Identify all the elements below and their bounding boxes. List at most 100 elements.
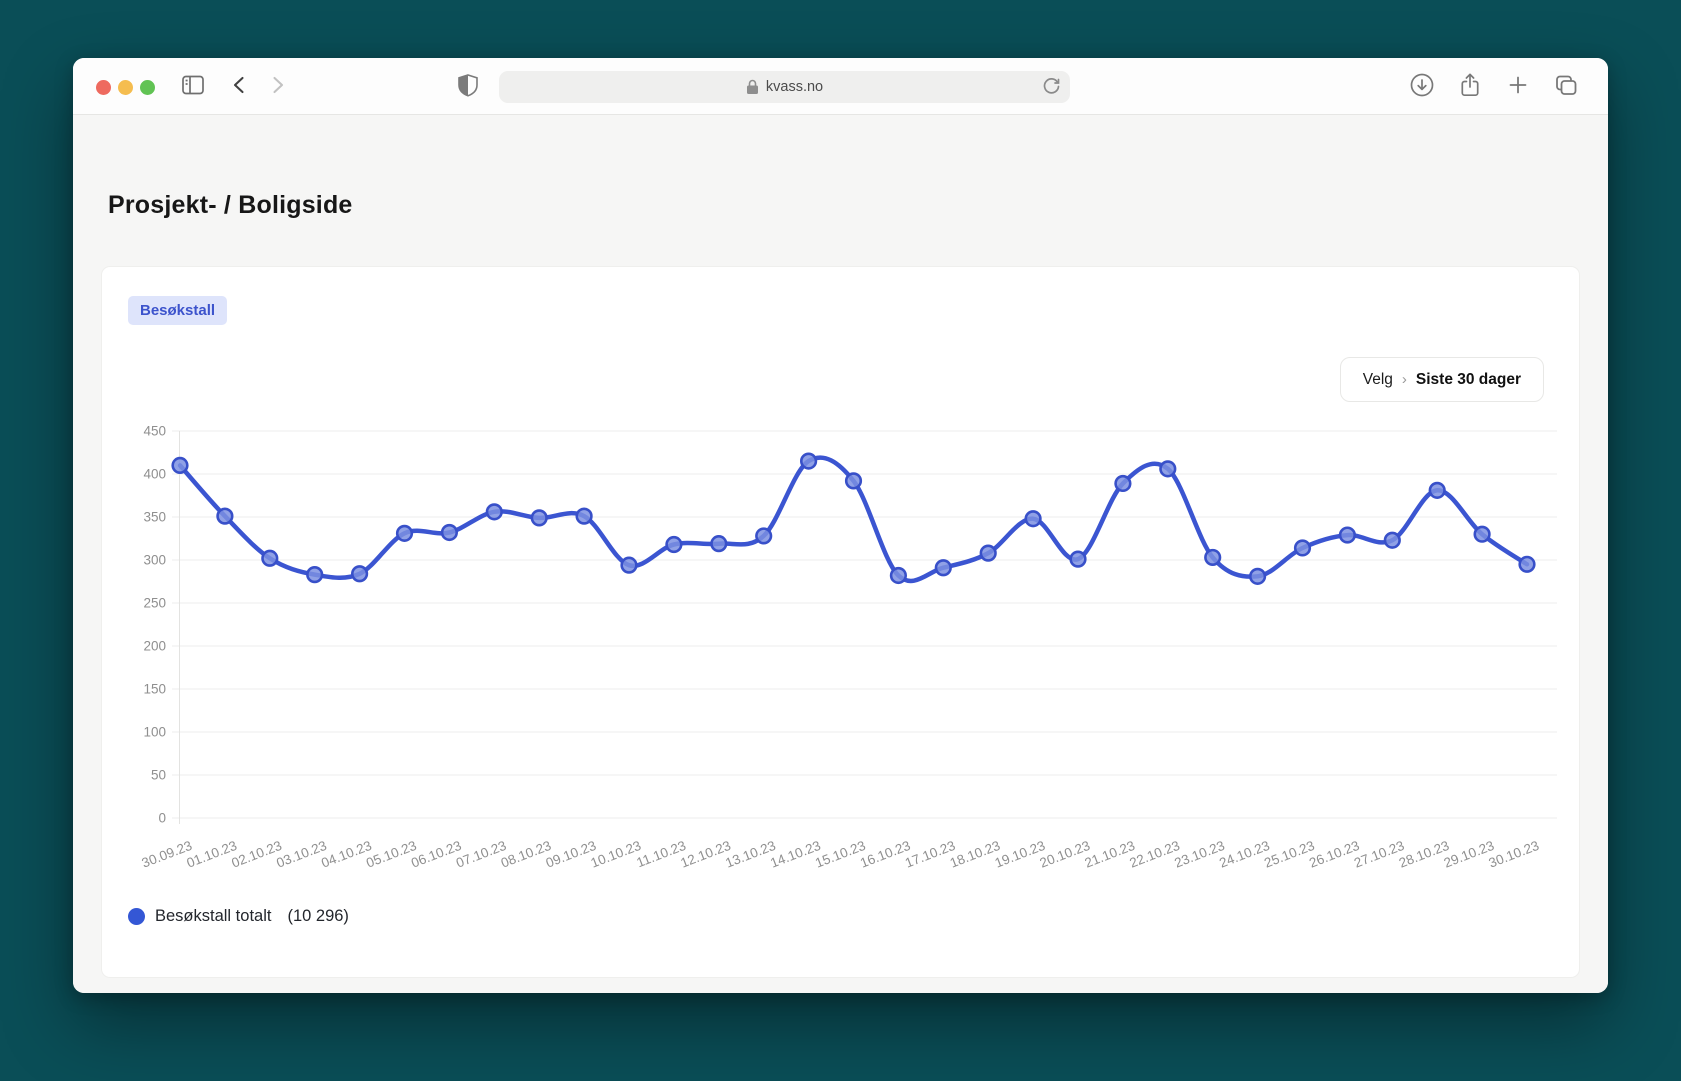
x-tick-25.10.23: 25.10.23 [1262, 838, 1316, 871]
data-point-14.10.23[interactable] [799, 452, 818, 470]
visits-line-chart: 0 50 100 150 200 250 300 350 400 450 30.09.2301.10… [140, 424, 1557, 871]
shield-icon [457, 73, 479, 102]
x-tick-10.10.23: 10.10.23 [589, 838, 643, 871]
download-icon [1409, 72, 1435, 103]
privacy-report-button[interactable] [453, 72, 483, 102]
data-point-04.10.23[interactable] [351, 565, 369, 583]
data-point-09.10.23[interactable] [575, 507, 593, 525]
x-tick-23.10.23: 23.10.23 [1172, 838, 1226, 871]
x-tick-18.10.23: 18.10.23 [948, 838, 1002, 871]
url-text: kvass.no [765, 79, 824, 95]
legend-label: Besøkstall totalt [155, 907, 272, 925]
data-point-06.10.23[interactable] [440, 523, 459, 542]
forward-button[interactable] [262, 72, 292, 102]
browser-toolbar: kvass.no [73, 58, 1608, 115]
minimize-window-button[interactable] [118, 80, 133, 95]
besokstall-badge[interactable]: Besøkstall [128, 296, 228, 325]
data-point-22.10.23[interactable] [1159, 460, 1177, 478]
data-point-02.10.23[interactable] [261, 549, 279, 567]
x-tick-05.10.23: 05.10.23 [364, 838, 418, 871]
lock-icon [746, 79, 759, 95]
x-tick-14.10.23: 14.10.23 [768, 838, 822, 871]
zoom-window-button[interactable] [140, 80, 155, 95]
legend-total: (10 296) [287, 907, 349, 925]
x-tick-04.10.23: 04.10.23 [319, 838, 373, 871]
data-point-10.10.23[interactable] [620, 556, 638, 574]
data-point-11.10.23[interactable] [665, 535, 683, 554]
data-point-12.10.23[interactable] [710, 535, 728, 553]
x-tick-08.10.23: 08.10.23 [499, 838, 553, 871]
sidebar-toggle-button[interactable] [178, 72, 208, 102]
close-window-button[interactable] [96, 80, 111, 95]
back-button[interactable] [225, 72, 255, 102]
address-bar[interactable]: kvass.no [499, 71, 1070, 103]
y-tick-400: 400 [143, 467, 166, 482]
x-tick-26.10.23: 26.10.23 [1307, 838, 1361, 871]
back-icon [229, 74, 251, 101]
data-point-29.10.23[interactable] [1473, 525, 1491, 543]
y-tick-150: 150 [143, 682, 166, 697]
x-tick-02.10.23: 02.10.23 [229, 838, 283, 871]
x-tick-20.10.23: 20.10.23 [1038, 838, 1092, 871]
data-point-21.10.23[interactable] [1114, 474, 1132, 493]
data-point-08.10.23[interactable] [530, 509, 548, 527]
new-tab-icon [1507, 74, 1529, 101]
data-point-07.10.23[interactable] [485, 503, 503, 521]
y-tick-100: 100 [143, 725, 166, 740]
data-point-15.10.23[interactable] [844, 472, 863, 490]
x-tick-19.10.23: 19.10.23 [993, 838, 1047, 871]
page-content: Prosjekt- / Boligside Besøkstall Velg › … [73, 115, 1608, 993]
data-point-30.10.23[interactable] [1518, 555, 1536, 573]
x-tick-13.10.23: 13.10.23 [723, 838, 777, 871]
reload-button[interactable] [1041, 76, 1062, 101]
y-tick-0: 0 [158, 811, 166, 826]
tab-overview-icon [1553, 73, 1578, 102]
data-point-17.10.23[interactable] [934, 559, 952, 577]
data-point-19.10.23[interactable] [1024, 510, 1042, 528]
downloads-button[interactable] [1407, 72, 1437, 102]
y-tick-300: 300 [143, 553, 166, 568]
page-title: Prosjekt- / Boligside [108, 191, 353, 219]
x-tick-28.10.23: 28.10.23 [1397, 838, 1451, 871]
x-tick-03.10.23: 03.10.23 [274, 838, 328, 871]
data-point-25.10.23[interactable] [1293, 539, 1312, 557]
data-point-18.10.23[interactable] [979, 544, 997, 562]
y-tick-350: 350 [143, 510, 166, 525]
x-tick-07.10.23: 07.10.23 [454, 838, 508, 871]
forward-icon [266, 74, 288, 101]
browser-window: kvass.no Prosjekt- / Boligside Besøkstal… [73, 58, 1608, 993]
tab-overview-button[interactable] [1550, 72, 1580, 102]
data-point-03.10.23[interactable] [306, 566, 324, 584]
x-tick-30.10.23: 30.10.23 [1487, 838, 1541, 871]
chevron-right-icon: › [1401, 371, 1407, 388]
x-tick-09.10.23: 09.10.23 [544, 838, 598, 871]
x-tick-24.10.23: 24.10.23 [1217, 838, 1271, 871]
x-tick-15.10.23: 15.10.23 [813, 838, 867, 871]
x-tick-27.10.23: 27.10.23 [1352, 838, 1406, 871]
x-tick-30.09.23: 30.09.23 [140, 838, 194, 871]
x-tick-21.10.23: 21.10.23 [1083, 838, 1137, 871]
data-point-01.10.23[interactable] [216, 507, 234, 525]
data-point-26.10.23[interactable] [1338, 526, 1356, 544]
data-point-05.10.23[interactable] [395, 524, 414, 542]
x-tick-29.10.23: 29.10.23 [1442, 838, 1496, 871]
x-tick-01.10.23: 01.10.23 [185, 838, 239, 871]
data-point-30.09.23[interactable] [171, 456, 189, 475]
data-point-23.10.23[interactable] [1204, 548, 1222, 567]
y-tick-200: 200 [143, 639, 166, 654]
data-point-27.10.23[interactable] [1383, 531, 1401, 549]
new-tab-button[interactable] [1503, 72, 1533, 102]
visits-card: Besøkstall Velg › Siste 30 dager 0 50 100 1… [101, 266, 1580, 978]
share-button[interactable] [1455, 72, 1485, 102]
data-point-28.10.23[interactable] [1428, 481, 1446, 499]
range-prefix: Velg [1362, 370, 1393, 388]
data-point-16.10.23[interactable] [889, 566, 908, 585]
legend-item[interactable]: Besøkstall totalt (10 296) [128, 907, 349, 926]
data-point-13.10.23[interactable] [755, 527, 773, 545]
x-tick-11.10.23: 11.10.23 [634, 838, 688, 870]
data-point-20.10.23[interactable] [1069, 550, 1087, 568]
date-range-selector[interactable]: Velg › Siste 30 dager [1339, 357, 1544, 402]
x-tick-16.10.23: 16.10.23 [858, 838, 912, 871]
sidebar-icon [181, 74, 205, 101]
data-point-24.10.23[interactable] [1248, 567, 1267, 585]
